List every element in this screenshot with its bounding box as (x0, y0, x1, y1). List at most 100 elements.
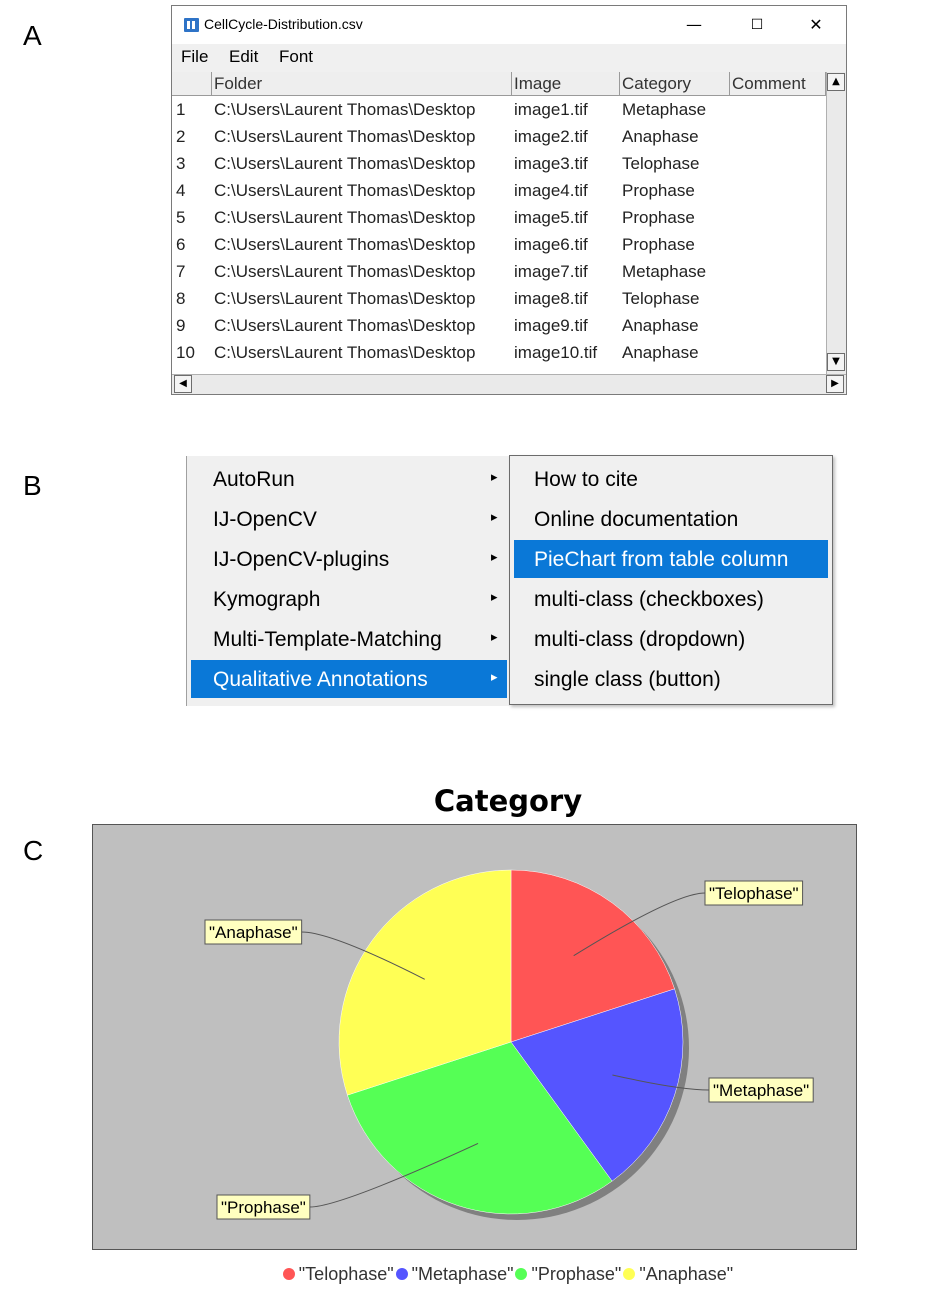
cell-folder[interactable]: C:\Users\Laurent Thomas\Desktop (214, 154, 475, 174)
cell-folder[interactable]: C:\Users\Laurent Thomas\Desktop (214, 127, 475, 147)
svg-text:"Telophase": "Telophase" (709, 884, 799, 903)
scroll-down-icon[interactable]: ▼ (827, 353, 845, 371)
close-button[interactable]: ✕ (794, 12, 838, 38)
svg-text:"Anaphase": "Anaphase" (209, 923, 298, 942)
cell-category[interactable]: Prophase (622, 181, 695, 201)
chart-legend: "Telophase" "Metaphase" "Prophase" "Anaphas… (0, 1264, 934, 1285)
cell-n[interactable]: 5 (176, 208, 185, 228)
menu-item-autorun[interactable]: AutoRun ▸ (191, 460, 507, 498)
scroll-up-icon[interactable]: ▲ (827, 73, 845, 91)
submenu-item-label: Online documentation (534, 508, 739, 531)
minimize-button[interactable]: — (672, 12, 716, 38)
menu-item-ij-opencv[interactable]: IJ-OpenCV ▸ (191, 500, 507, 538)
menu-edit[interactable]: Edit (229, 47, 258, 67)
submenu-item-single-class-button[interactable]: single class (button) (514, 660, 828, 698)
submenu-item-piechart-from-table-column[interactable]: PieChart from table column (514, 540, 828, 578)
table-row[interactable]: 8 C:\Users\Laurent Thomas\Desktop image8.t… (172, 285, 826, 312)
column-header-comment[interactable]: Comment (730, 72, 826, 96)
scroll-right-icon[interactable]: ▶ (826, 375, 844, 393)
cell-n[interactable]: 4 (176, 181, 185, 201)
cell-n[interactable]: 10 (176, 343, 195, 363)
cell-n[interactable]: 7 (176, 262, 185, 282)
table-row[interactable]: 10 C:\Users\Laurent Thomas\Desktop image10… (172, 339, 826, 366)
cell-image[interactable]: image9.tif (514, 316, 588, 336)
row-number-header[interactable] (172, 72, 212, 96)
menu-item-kymograph[interactable]: Kymograph ▸ (191, 580, 507, 618)
table-row[interactable]: 6 C:\Users\Laurent Thomas\Desktop image6.t… (172, 231, 826, 258)
cell-category[interactable]: Prophase (622, 208, 695, 228)
menu-item-qualitative-annotations[interactable]: Qualitative Annotations ▸ (191, 660, 507, 698)
menu-item-label: AutoRun (213, 468, 295, 491)
cell-folder[interactable]: C:\Users\Laurent Thomas\Desktop (214, 235, 475, 255)
table-row[interactable]: 7 C:\Users\Laurent Thomas\Desktop image7.t… (172, 258, 826, 285)
menu-item-ij-opencv-plugins[interactable]: IJ-OpenCV-plugins ▸ (191, 540, 507, 578)
cell-category[interactable]: Telophase (622, 289, 700, 309)
cell-category[interactable]: Metaphase (622, 100, 706, 120)
cell-n[interactable]: 8 (176, 289, 185, 309)
cell-category[interactable]: Anaphase (622, 316, 699, 336)
cell-n[interactable]: 9 (176, 316, 185, 336)
legend-item-metaphase: "Metaphase" (395, 1264, 513, 1285)
column-header-image[interactable]: Image (512, 72, 620, 96)
cell-folder[interactable]: C:\Users\Laurent Thomas\Desktop (214, 181, 475, 201)
table-row[interactable]: 5 C:\Users\Laurent Thomas\Desktop image5.t… (172, 204, 826, 231)
menu-item-label: IJ-OpenCV (213, 508, 317, 531)
cell-image[interactable]: image2.tif (514, 127, 588, 147)
cell-image[interactable]: image6.tif (514, 235, 588, 255)
cell-n[interactable]: 3 (176, 154, 185, 174)
cell-category[interactable]: Anaphase (622, 127, 699, 147)
cell-folder[interactable]: C:\Users\Laurent Thomas\Desktop (214, 316, 475, 336)
table-row[interactable]: 3 C:\Users\Laurent Thomas\Desktop image3.t… (172, 150, 826, 177)
pie-label-prophase: "Prophase" (216, 1194, 311, 1220)
cell-image[interactable]: image5.tif (514, 208, 588, 228)
legend-dot-icon (282, 1268, 295, 1280)
cell-folder[interactable]: C:\Users\Laurent Thomas\Desktop (214, 100, 475, 120)
legend-label: "Telophase" (298, 1264, 394, 1284)
title-bar[interactable]: CellCycle-Distribution.csv — ☐ ✕ (172, 6, 846, 44)
menu-item-label: Qualitative Annotations (213, 668, 428, 691)
qualitative-annotations-submenu: How to cite Online documentation PieChart … (509, 455, 833, 705)
menu-item-label: IJ-OpenCV-plugins (213, 548, 390, 571)
cell-category[interactable]: Telophase (622, 154, 700, 174)
column-header-folder[interactable]: Folder (212, 72, 512, 96)
menu-file[interactable]: File (181, 47, 208, 67)
cell-image[interactable]: image7.tif (514, 262, 588, 282)
cell-category[interactable]: Metaphase (622, 262, 706, 282)
csv-window: CellCycle-Distribution.csv — ☐ ✕ File Ed… (171, 5, 847, 395)
vertical-scrollbar[interactable]: ▲ ▼ (826, 72, 846, 374)
horizontal-scrollbar[interactable]: ◀ ▶ (172, 374, 846, 394)
cell-folder[interactable]: C:\Users\Laurent Thomas\Desktop (214, 343, 475, 363)
submenu-item-multi-class-dropdown[interactable]: multi-class (dropdown) (514, 620, 828, 658)
cell-n[interactable]: 6 (176, 235, 185, 255)
table-row[interactable]: 4 C:\Users\Laurent Thomas\Desktop image4.t… (172, 177, 826, 204)
cell-category[interactable]: Anaphase (622, 343, 699, 363)
legend-label: "Prophase" (531, 1264, 622, 1284)
cell-n[interactable]: 2 (176, 127, 185, 147)
menu-font[interactable]: Font (279, 47, 313, 67)
maximize-button[interactable]: ☐ (735, 12, 779, 38)
cell-folder[interactable]: C:\Users\Laurent Thomas\Desktop (214, 208, 475, 228)
submenu-arrow-icon: ▸ (491, 550, 498, 565)
table-row[interactable]: 9 C:\Users\Laurent Thomas\Desktop image9.t… (172, 312, 826, 339)
cell-image[interactable]: image1.tif (514, 100, 588, 120)
submenu-arrow-icon: ▸ (491, 630, 498, 645)
submenu-item-how-to-cite[interactable]: How to cite (514, 460, 828, 498)
cell-image[interactable]: image4.tif (514, 181, 588, 201)
submenu-item-online-documentation[interactable]: Online documentation (514, 500, 828, 538)
menu-item-label: Kymograph (213, 588, 321, 611)
cell-n[interactable]: 1 (176, 100, 185, 120)
panel-letter-b: B (23, 470, 42, 501)
submenu-item-multi-class-checkboxes[interactable]: multi-class (checkboxes) (514, 580, 828, 618)
cell-image[interactable]: image8.tif (514, 289, 588, 309)
cell-folder[interactable]: C:\Users\Laurent Thomas\Desktop (214, 262, 475, 282)
cell-folder[interactable]: C:\Users\Laurent Thomas\Desktop (214, 289, 475, 309)
table-row[interactable]: 2 C:\Users\Laurent Thomas\Desktop image2.t… (172, 123, 826, 150)
cell-image[interactable]: image10.tif (514, 343, 597, 363)
column-header-category[interactable]: Category (620, 72, 730, 96)
cell-category[interactable]: Prophase (622, 235, 695, 255)
scroll-left-icon[interactable]: ◀ (174, 375, 192, 393)
submenu-item-label: PieChart from table column (534, 548, 789, 571)
menu-item-multi-template-matching[interactable]: Multi-Template-Matching ▸ (191, 620, 507, 658)
cell-image[interactable]: image3.tif (514, 154, 588, 174)
table-row[interactable]: 1 C:\Users\Laurent Thomas\Desktop image1.t… (172, 96, 826, 123)
